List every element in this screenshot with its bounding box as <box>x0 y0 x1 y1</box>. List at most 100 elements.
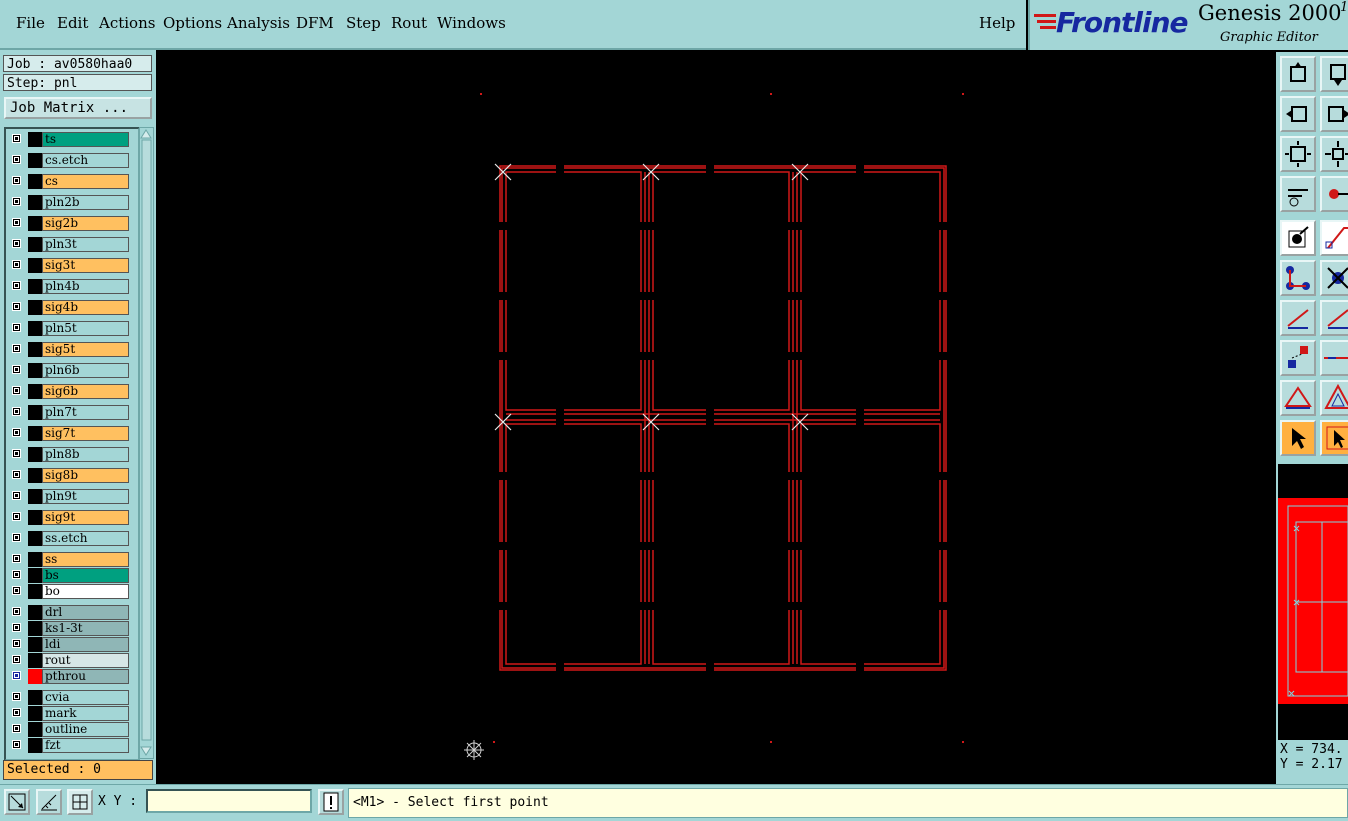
layer-checkbox[interactable] <box>12 386 21 395</box>
grid-icon[interactable] <box>67 789 93 815</box>
layer-row[interactable]: pln6b <box>8 363 130 378</box>
layer-color-swatch[interactable] <box>28 669 42 684</box>
copy-tool[interactable] <box>1280 340 1316 376</box>
layer-color-swatch[interactable] <box>28 722 42 737</box>
move-down-tool[interactable] <box>1320 56 1348 92</box>
polygon-tool[interactable] <box>1280 380 1316 416</box>
layer-row[interactable]: outline <box>8 722 130 737</box>
layer-checkbox[interactable] <box>12 134 21 143</box>
layer-checkbox[interactable] <box>12 554 21 563</box>
layer-checkbox[interactable] <box>12 344 21 353</box>
layer-name[interactable]: sig4b <box>42 300 129 315</box>
layer-checkbox[interactable] <box>12 512 21 521</box>
layer-color-swatch[interactable] <box>28 195 42 210</box>
layer-name[interactable]: sig5t <box>42 342 129 357</box>
cut-tool[interactable] <box>1320 340 1348 376</box>
layer-name[interactable]: drl <box>42 605 129 620</box>
layer-checkbox[interactable] <box>12 724 21 733</box>
layer-color-swatch[interactable] <box>28 342 42 357</box>
menu-edit[interactable]: Edit <box>57 14 88 32</box>
layer-checkbox[interactable] <box>12 281 21 290</box>
layer-name[interactable]: sig2b <box>42 216 129 231</box>
menu-actions[interactable]: Actions <box>99 14 155 32</box>
menu-step[interactable]: Step <box>346 14 381 32</box>
layer-row[interactable]: pln9t <box>8 489 130 504</box>
layer-row[interactable]: drl <box>8 605 130 620</box>
layer-color-swatch[interactable] <box>28 237 42 252</box>
layer-row[interactable]: cs.etch <box>8 153 130 168</box>
layer-row[interactable]: sig3t <box>8 258 130 273</box>
menu-dfm[interactable]: DFM <box>296 14 334 32</box>
layer-color-swatch[interactable] <box>28 706 42 721</box>
menu-rout[interactable]: Rout <box>391 14 427 32</box>
layer-name[interactable]: pthrou <box>42 669 129 684</box>
menu-help[interactable]: Help <box>979 14 1015 32</box>
layer-row[interactable]: rout <box>8 653 130 668</box>
layer-checkbox[interactable] <box>12 239 21 248</box>
layer-name[interactable]: cs.etch <box>42 153 129 168</box>
layer-color-swatch[interactable] <box>28 279 42 294</box>
layer-row[interactable]: sig7t <box>8 426 130 441</box>
layer-color-swatch[interactable] <box>28 258 42 273</box>
job-matrix-button[interactable]: Job Matrix ... <box>4 97 152 119</box>
layer-row[interactable]: sig8b <box>8 468 130 483</box>
layer-name[interactable]: ts <box>42 132 129 147</box>
layer-name[interactable]: pln2b <box>42 195 129 210</box>
layer-name[interactable]: pln5t <box>42 321 129 336</box>
layer-name[interactable]: ss <box>42 552 129 567</box>
layer-row[interactable]: ss <box>8 552 130 567</box>
layer-checkbox[interactable] <box>12 449 21 458</box>
overview-map[interactable] <box>1278 498 1348 704</box>
zoom-all-tool[interactable] <box>1320 136 1348 172</box>
layer-checkbox[interactable] <box>12 407 21 416</box>
layer-name[interactable]: sig8b <box>42 468 129 483</box>
menu-windows[interactable]: Windows <box>437 14 506 32</box>
select-feature-tool[interactable] <box>1280 220 1316 256</box>
menu-options[interactable]: Options <box>163 14 222 32</box>
layer-checkbox[interactable] <box>12 586 21 595</box>
pointer-tool[interactable] <box>1280 420 1316 456</box>
layer-color-swatch[interactable] <box>28 605 42 620</box>
layer-name[interactable]: bo <box>42 584 129 599</box>
layer-row[interactable]: sig2b <box>8 216 130 231</box>
layer-color-swatch[interactable] <box>28 216 42 231</box>
measure-tool[interactable] <box>1280 176 1316 212</box>
layer-row[interactable]: pln7t <box>8 405 130 420</box>
zoom-fit-tool[interactable] <box>1280 136 1316 172</box>
layer-row[interactable]: sig5t <box>8 342 130 357</box>
layer-row[interactable]: bs <box>8 568 130 583</box>
layer-row[interactable]: pthrou <box>8 669 130 684</box>
layer-name[interactable]: sig9t <box>42 510 129 525</box>
layer-checkbox[interactable] <box>12 176 21 185</box>
layer-scrollbar[interactable] <box>139 127 154 759</box>
layer-row[interactable]: ts <box>8 132 130 147</box>
layer-row[interactable]: ss.etch <box>8 531 130 546</box>
layer-name[interactable]: pln9t <box>42 489 129 504</box>
layer-checkbox[interactable] <box>12 533 21 542</box>
layer-color-swatch[interactable] <box>28 690 42 705</box>
layer-checkbox[interactable] <box>12 218 21 227</box>
layer-checkbox[interactable] <box>12 740 21 749</box>
surface-tool[interactable] <box>1320 380 1348 416</box>
layer-row[interactable]: ldi <box>8 637 130 652</box>
layer-row[interactable]: cs <box>8 174 130 189</box>
layer-name[interactable]: pln6b <box>42 363 129 378</box>
snap-tool[interactable] <box>1320 176 1348 212</box>
layer-name[interactable]: rout <box>42 653 129 668</box>
layer-color-swatch[interactable] <box>28 321 42 336</box>
layer-name[interactable]: mark <box>42 706 129 721</box>
layer-color-swatch[interactable] <box>28 637 42 652</box>
line-tool[interactable] <box>1280 300 1316 336</box>
layer-color-swatch[interactable] <box>28 405 42 420</box>
layer-color-swatch[interactable] <box>28 132 42 147</box>
layer-name[interactable]: ks1-3t <box>42 621 129 636</box>
layer-color-swatch[interactable] <box>28 174 42 189</box>
layer-checkbox[interactable] <box>12 323 21 332</box>
layer-color-swatch[interactable] <box>28 552 42 567</box>
layer-color-swatch[interactable] <box>28 510 42 525</box>
layer-color-swatch[interactable] <box>28 300 42 315</box>
layer-row[interactable]: pln8b <box>8 447 130 462</box>
arc-tool[interactable] <box>1320 300 1348 336</box>
xy-input[interactable] <box>146 789 312 813</box>
layer-name[interactable]: sig3t <box>42 258 129 273</box>
